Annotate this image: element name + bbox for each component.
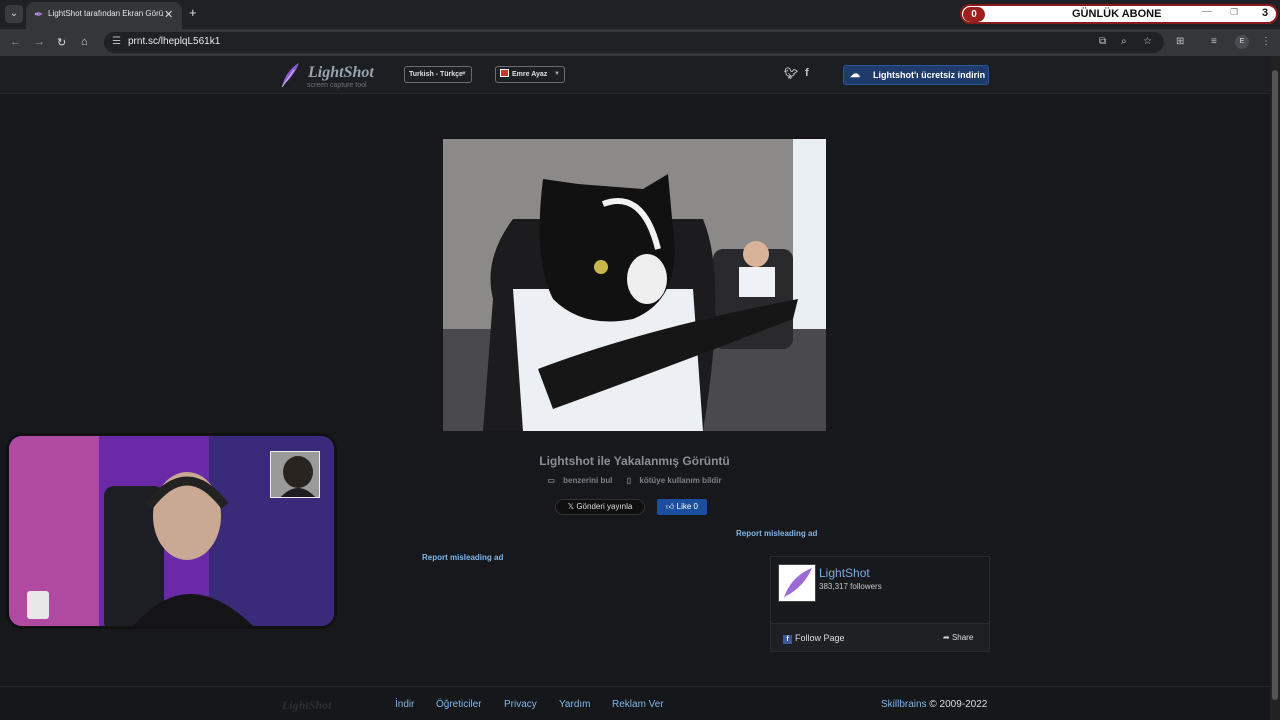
share-button[interactable]: ➦ Share [943,633,973,642]
facebook-page-widget: LightShot 383,317 followers f Follow Page… [770,556,990,652]
chevron-down-icon: ▼ [461,71,467,77]
captured-screenshot-image[interactable] [443,139,826,431]
facebook-like-button[interactable]: 👍︎ Like 0 [657,499,707,515]
browser-toolbar: ← → ↻ ⌂ ☰ prnt.sc/lheplqL561k1 ⧉ ⌕ ☆ ⊞ ≡… [0,29,1280,56]
x-logo-icon: 𝕏 [567,502,575,511]
page-scrollbar[interactable] [1270,56,1280,720]
install-app-icon[interactable]: ⧉ [1099,36,1106,47]
download-button-label: Lightshot'ı ücretsiz indirin [873,70,986,80]
skillbrains-link[interactable]: Skillbrains [881,699,927,710]
facebook-widget-footer: f Follow Page ➦ Share [771,623,989,651]
trash-icon: ▯ [626,476,632,485]
reload-icon[interactable]: ↻ [57,36,66,49]
follow-page-button[interactable]: f Follow Page [783,633,845,644]
lightshot-favicon-icon: ✒ [34,9,44,21]
feather-logo-icon [784,568,812,598]
webcam-inset-picture [271,452,319,497]
user-avatar-icon [500,69,509,77]
footer-logo[interactable]: LightShot [282,698,331,713]
footer-copyright: Skillbrains © 2009-2022 [881,699,987,710]
footer-link-privacy[interactable]: Privacy [504,699,537,710]
footer-link-tutorials[interactable]: Öğreticiler [436,699,482,710]
footer-link-download[interactable]: İndir [395,699,414,710]
back-icon[interactable]: ← [10,36,21,48]
address-bar[interactable]: ☰ prnt.sc/lheplqL561k1 [104,32,1164,53]
report-misleading-ad-link-right[interactable]: Report misleading ad [736,529,817,538]
find-similar-label: benzerini bul [563,476,613,485]
like-button-label: Like 0 [676,502,698,511]
zoom-icon[interactable]: ⌕ [1121,36,1127,47]
report-misleading-ad-link-left[interactable]: Report misleading ad [422,553,503,562]
facebook-icon: f [783,635,792,644]
thumbs-up-icon: 👍︎ [666,502,675,511]
footer-link-advertise[interactable]: Reklam Ver [612,699,664,710]
forward-icon[interactable]: → [34,36,45,48]
language-select[interactable]: Turkish - Türkçe ▼ [404,66,472,83]
media-control-icon[interactable]: ≡ [1211,36,1217,47]
feather-logo-icon [281,63,299,88]
copyright-text: © 2009-2022 [929,699,988,710]
browser-tab[interactable]: ✒ LightShot tarafından Ekran Görü ✕ [26,2,182,29]
share-label: Share [951,633,974,642]
new-tab-icon[interactable]: + [189,5,197,20]
language-select-value: Turkish - Türkçe [409,71,463,78]
logo-tagline: screen capture tool [307,82,367,89]
tab-close-icon[interactable]: ✕ [164,8,173,21]
extensions-icon[interactable]: ⊞ [1176,36,1184,47]
logo-name: LightShot [308,64,374,81]
download-cloud-icon: ☁ [850,69,860,80]
lightshot-page-avatar[interactable] [778,564,816,602]
subscriber-label: GÜNLÜK ABONE [1072,8,1162,20]
tweet-button[interactable]: 𝕏 Gönderi yayınla [555,499,645,515]
twitter-icon[interactable]: 🐦︎ [784,67,798,80]
screenshot-caption: Lightshot ile Yakalanmış Görüntü [539,454,730,468]
follow-page-label: Follow Page [795,633,845,643]
chevron-down-icon: ▼ [554,71,560,77]
user-select[interactable]: Emre Ayaz ▼ [495,66,565,83]
subscriber-count-left: 0 [963,7,985,22]
find-similar-link[interactable]: ▭ benzerini bul [544,476,615,485]
subscriber-count-right: 3 [1262,7,1269,19]
facebook-icon[interactable]: f [805,67,809,79]
window-restore-icon[interactable]: ❐ [1230,7,1238,18]
report-abuse-link[interactable]: ▯ kötüye kullanım bildir [624,476,725,485]
url-text[interactable]: prnt.sc/lheplqL561k1 [128,36,220,47]
tab-title: LightShot tarafından Ekran Görü [48,9,164,18]
subscriber-counter-overlay: 0 GÜNLÜK ABONE — ❐ 3 [960,4,1278,24]
browser-menu-icon[interactable]: ⋮ [1261,36,1271,47]
screenshot-picture [443,139,826,431]
share-arrow-icon: ➦ [943,633,950,642]
camera-icon: ▭ [547,476,555,485]
screenshot-actions: ▭ benzerini bul ▯ kötüye kullanım bildir [443,476,826,485]
webcam-inset-image [270,451,320,498]
download-button[interactable]: ☁ Lightshot'ı ücretsiz indirin [843,65,989,85]
profile-avatar[interactable]: E [1235,35,1249,49]
home-icon[interactable]: ⌂ [81,36,88,48]
bookmark-star-icon[interactable]: ☆ [1143,36,1152,47]
facebook-followers: 383,317 followers [819,582,882,591]
footer-link-help[interactable]: Yardım [559,699,591,710]
scrollbar-thumb[interactable] [1272,70,1278,700]
window-minimize-icon[interactable]: — [1202,6,1212,17]
facebook-page-name[interactable]: LightShot [819,566,870,580]
user-select-value: Emre Ayaz [512,71,548,78]
tab-search-icon[interactable]: ⌄ [5,5,23,23]
site-info-icon[interactable]: ☰ [112,36,121,47]
report-abuse-label: kötüye kullanım bildir [639,476,722,485]
tweet-button-label: Gönderi yayınla [576,502,633,511]
site-footer: LightShot İndir Öğreticiler Privacy Yard… [0,686,1270,720]
site-header: LightShot screen capture tool Turkish - … [0,56,1270,94]
